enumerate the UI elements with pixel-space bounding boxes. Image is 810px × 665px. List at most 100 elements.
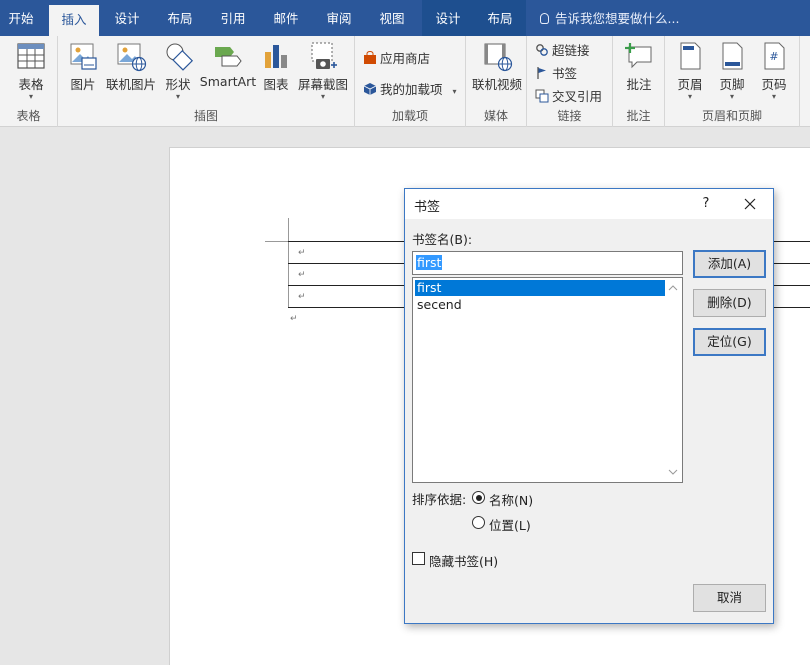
- group-links: 超链接 书签 交叉引用 链接: [527, 36, 613, 127]
- table-button[interactable]: 表格 ▾: [10, 40, 52, 101]
- tab-table-layout[interactable]: 布局: [474, 0, 526, 36]
- radio-selected-dot: [475, 494, 482, 501]
- picture-button[interactable]: 图片: [64, 40, 102, 93]
- group-media: 联机视频 媒体: [466, 36, 527, 127]
- scroll-up-icon[interactable]: [668, 283, 678, 293]
- header-button[interactable]: 页眉 ▾: [671, 40, 709, 101]
- sort-by-name-label[interactable]: 名称(N): [489, 490, 533, 509]
- tab-table-design[interactable]: 设计: [422, 0, 474, 36]
- table-button-label: 表格: [18, 77, 44, 92]
- cross-reference-label: 交叉引用: [552, 89, 603, 104]
- group-tables: 表格 ▾ 表格: [0, 36, 58, 127]
- new-comment-button[interactable]: 批注: [619, 40, 659, 93]
- sort-by-label: 排序依据:: [412, 492, 467, 507]
- online-picture-icon: [117, 43, 147, 72]
- group-illustrations: 图片 联机图片 形状 ▾ SmartArt 图表 屏幕截图 ▾ 插图: [58, 36, 355, 127]
- bookmark-name-label: 书签名(B):: [412, 232, 473, 247]
- shapes-button[interactable]: 形状 ▾: [159, 40, 197, 101]
- header-icon: [680, 42, 701, 70]
- page-number-button[interactable]: # 页码 ▾: [755, 40, 793, 101]
- tell-me-search[interactable]: 告诉我您想要做什么...: [540, 0, 679, 36]
- my-addins-button[interactable]: 我的加载项 ▾: [363, 79, 457, 98]
- online-video-icon: [484, 43, 513, 72]
- footer-icon: [722, 42, 743, 70]
- bookmark-name-value: first: [416, 255, 443, 270]
- group-addins: 应用商店 我的加载项 ▾ 加载项: [355, 36, 466, 127]
- cross-reference-button[interactable]: 交叉引用: [535, 86, 602, 105]
- help-button[interactable]: ?: [696, 194, 716, 214]
- group-label-addins: 加载项: [391, 109, 428, 123]
- tab-layout[interactable]: 布局: [157, 0, 203, 36]
- comment-icon: [625, 43, 652, 69]
- group-label-illustrations: 插图: [193, 109, 218, 123]
- header-button-label: 页眉: [677, 77, 703, 92]
- tab-home[interactable]: 开始: [0, 0, 42, 36]
- tab-view[interactable]: 视图: [369, 0, 415, 36]
- page-number-button-label: 页码: [761, 77, 787, 92]
- paragraph-mark-icon: ↵: [298, 248, 306, 258]
- bookmark-name-input[interactable]: first: [412, 251, 683, 275]
- group-label-comments: 批注: [626, 109, 651, 123]
- group-header-footer: 页眉 ▾ 页脚 ▾ # 页码 ▾ 页眉和页脚: [665, 36, 800, 127]
- list-item[interactable]: secend: [415, 297, 666, 313]
- bookmark-button[interactable]: 书签: [535, 63, 577, 82]
- paragraph-mark-icon: ↵: [298, 292, 306, 302]
- cancel-button[interactable]: 取消: [693, 584, 766, 612]
- chart-button-label: 图表: [263, 77, 289, 92]
- svg-text:#: #: [769, 50, 778, 63]
- my-addins-label: 我的加载项: [380, 82, 443, 97]
- hidden-bookmarks-checkbox[interactable]: [412, 552, 425, 565]
- close-button[interactable]: [739, 194, 761, 214]
- goto-button[interactable]: 定位(G): [693, 328, 766, 356]
- store-bag-icon: [364, 51, 376, 64]
- smartart-button-label: SmartArt: [199, 74, 257, 89]
- bookmark-list[interactable]: first secend: [412, 277, 683, 483]
- list-item[interactable]: first: [415, 280, 666, 296]
- sort-by-name-radio[interactable]: [472, 491, 485, 504]
- tab-insert[interactable]: 插入: [49, 5, 99, 36]
- screenshot-button-label: 屏幕截图: [297, 77, 348, 92]
- hyperlink-label: 超链接: [552, 43, 590, 58]
- sort-by-location-label[interactable]: 位置(L): [489, 515, 531, 534]
- online-picture-button[interactable]: 联机图片: [104, 40, 158, 93]
- group-label-links: 链接: [557, 109, 582, 123]
- page-number-icon: #: [764, 42, 785, 70]
- add-button[interactable]: 添加(A): [693, 250, 766, 278]
- ribbon-body: 表格 ▾ 表格 图片 联机图片 形状 ▾ SmartArt 图表 屏幕截图 ▾ …: [0, 36, 810, 127]
- group-comments: 批注 批注: [613, 36, 665, 127]
- tab-references[interactable]: 引用: [210, 0, 256, 36]
- tab-mailings[interactable]: 邮件: [263, 0, 309, 36]
- picture-icon: [70, 43, 97, 70]
- delete-button[interactable]: 删除(D): [693, 289, 766, 317]
- tab-review[interactable]: 审阅: [316, 0, 362, 36]
- cross-reference-icon: [535, 89, 549, 103]
- scroll-down-icon[interactable]: [668, 467, 678, 477]
- chevron-down-icon: ▾: [687, 92, 692, 101]
- footer-button[interactable]: 页脚 ▾: [713, 40, 751, 101]
- close-icon: [744, 198, 756, 210]
- online-video-button[interactable]: 联机视频: [470, 40, 524, 93]
- smartart-icon: [215, 47, 242, 67]
- chevron-down-icon: ▾: [729, 92, 734, 101]
- bookmark-label: 书签: [552, 66, 578, 81]
- comment-button-label: 批注: [626, 77, 652, 92]
- chart-button[interactable]: 图表: [259, 40, 293, 93]
- list-scrollbar[interactable]: [665, 278, 682, 482]
- bookmark-dialog: 书签 ? 书签名(B): first first secend 添加(A) 删除…: [404, 188, 774, 624]
- sort-by-location-radio[interactable]: [472, 516, 485, 529]
- dialog-title: 书签: [414, 200, 441, 215]
- hyperlink-button[interactable]: 超链接: [535, 40, 590, 59]
- tab-design[interactable]: 设计: [104, 0, 150, 36]
- chevron-down-icon: ▾: [320, 92, 325, 101]
- hidden-bookmarks-label[interactable]: 隐藏书签(H): [429, 551, 498, 570]
- online-picture-button-label: 联机图片: [105, 77, 156, 92]
- screenshot-button[interactable]: 屏幕截图 ▾: [296, 40, 350, 101]
- smartart-button[interactable]: SmartArt: [198, 40, 258, 89]
- store-button[interactable]: 应用商店: [363, 48, 430, 67]
- online-video-button-label: 联机视频: [471, 77, 522, 92]
- shapes-icon: [166, 43, 194, 71]
- hyperlink-icon: [536, 44, 548, 56]
- footer-button-label: 页脚: [719, 77, 745, 92]
- addins-cube-icon: [363, 83, 377, 95]
- paragraph-mark-icon: ↵: [298, 270, 306, 280]
